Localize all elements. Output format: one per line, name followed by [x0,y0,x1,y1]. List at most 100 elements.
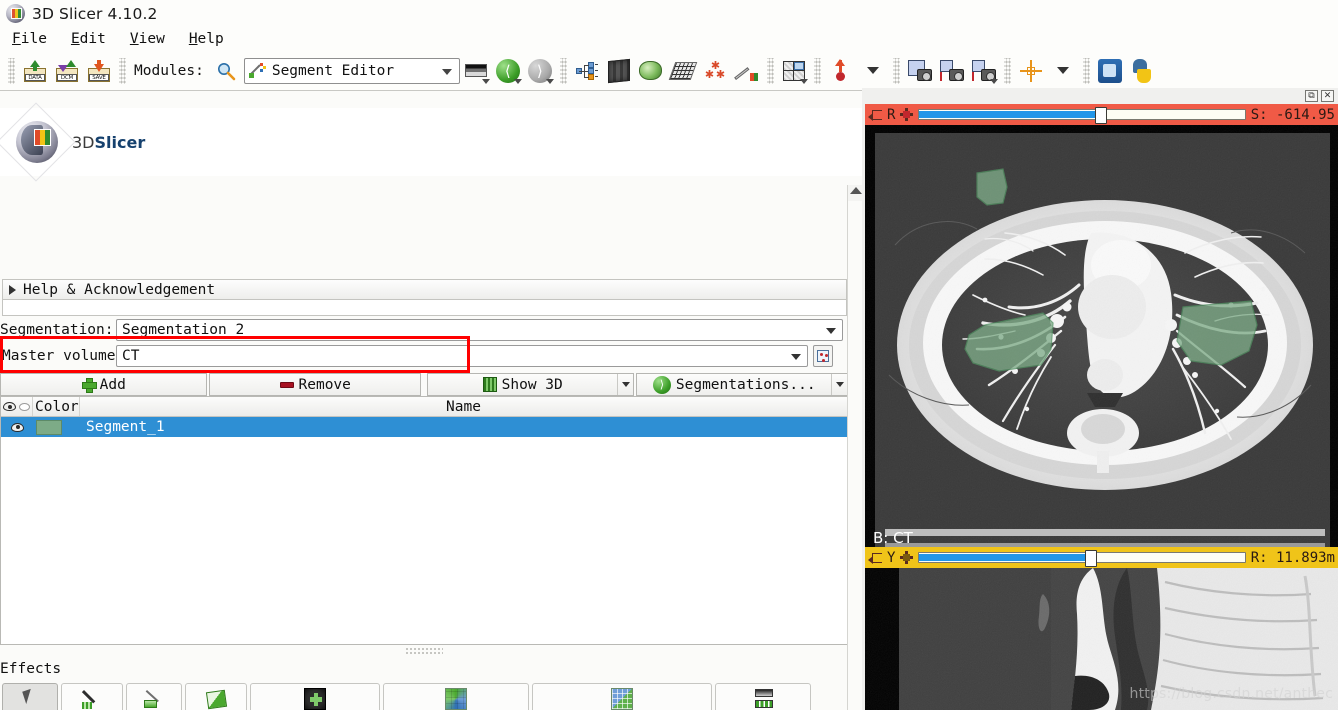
segment-visibility-toggle[interactable] [1,422,33,432]
segmentations-label: Segmentations... [675,376,816,393]
slider-handle[interactable] [1095,107,1108,124]
color-column-header[interactable]: Color [33,397,80,416]
show-3d-label: Show 3D [501,376,563,393]
colors-button[interactable] [732,56,762,86]
reset-fov-icon[interactable] [900,108,914,121]
save-data-button[interactable]: SAVE [84,56,114,86]
segmentations-dropdown[interactable] [831,374,847,395]
next-module-button[interactable]: ⟩ [525,56,555,86]
toolbar-grip-8[interactable] [1082,57,1090,84]
reset-fov-icon[interactable] [900,551,914,564]
effect-threshold-button[interactable]: Threshold [715,683,812,710]
menu-edit[interactable]: Edit [69,30,108,48]
effect-grow-from-seeds-button[interactable]: Grow from seeds [382,683,530,710]
effect-paint-button[interactable]: Paint [61,683,124,710]
specify-geometry-button[interactable] [813,345,833,367]
slider-handle[interactable] [1085,550,1098,567]
scene-views-button[interactable] [969,56,999,86]
toolbar-grip-5[interactable] [813,57,821,84]
chevron-down-icon[interactable] [799,78,808,84]
window-title: 3D Slicer 4.10.2 [32,4,158,23]
remove-segment-button[interactable]: Remove [209,373,421,396]
viewer-popout-button[interactable]: ⧉ [1305,90,1318,102]
yellow-slice-view[interactable]: Y R: 11.893m https://blog.csdn.net/anthe… [865,547,1338,710]
load-dicom-button[interactable]: DCM [52,56,82,86]
yellow-slice-orientation-label: Y [887,549,896,566]
chevron-down-icon[interactable] [545,78,554,84]
window-level-button[interactable] [461,56,491,86]
module-panel-scrollbar[interactable] [847,185,862,710]
show-3d-button[interactable]: Show 3D [426,373,635,396]
master-volume-combobox[interactable]: CT [116,345,808,367]
eye-open-icon [3,402,16,411]
add-segment-button[interactable]: Add [0,373,208,396]
module-search-button[interactable] [211,56,241,86]
splitter-handle[interactable] [405,647,443,655]
segment-name-cell[interactable]: Segment_1 [80,419,847,435]
visibility-column-header[interactable] [1,397,33,416]
capture-screenshot-button[interactable] [905,56,935,86]
chevron-down-icon[interactable] [989,78,998,84]
slicer-logo-large-icon [0,102,76,182]
pin-icon[interactable] [868,552,882,564]
subject-hierarchy-button[interactable] [572,56,602,86]
segmentation-combobox[interactable]: Segmentation_2 [116,319,843,341]
master-volume-row: Master volume: CT [2,345,848,367]
effects-label: Effects [0,661,62,677]
eye-closed-icon [19,402,30,411]
red-slice-view[interactable]: B: CT R S: -614.95 [865,104,1338,563]
extension-manager-button[interactable] [1095,56,1125,86]
name-column-header[interactable]: Name [80,399,847,415]
markups-button[interactable]: ✱ ✱ ✱ [700,56,730,86]
load-data-icon: DATA [23,59,47,82]
viewer-close-button[interactable]: ✕ [1321,90,1334,102]
toolbar-grip[interactable] [8,57,15,84]
help-acknowledgement-header[interactable]: Help & Acknowledgement [2,279,847,300]
crosshair-button[interactable] [1016,56,1046,86]
popout-icon: ⧉ [1308,90,1315,101]
axial-ct-image[interactable] [865,125,1338,563]
toolbar-grip-4[interactable] [766,57,774,84]
effect-erase-button[interactable]: Erase [185,683,248,710]
crosshair-dropdown[interactable] [1048,56,1078,86]
volume-rendering-button[interactable] [604,56,634,86]
slider-fill [919,111,1099,118]
markup-fiducial-button[interactable] [826,56,856,86]
scrollbar-track[interactable] [848,201,862,710]
red-slice-offset-slider[interactable] [918,107,1246,124]
effect-none-button[interactable]: None [2,683,58,710]
menu-view[interactable]: View [128,30,167,48]
markup-fiducial-dropdown[interactable] [858,56,888,86]
python-console-button[interactable] [1127,56,1157,86]
pin-icon[interactable] [868,109,882,121]
scroll-up-icon[interactable] [850,187,862,194]
load-data-button[interactable]: DATA [20,56,50,86]
segment-color-cell[interactable] [33,419,80,435]
table-row[interactable]: Segment_1 [1,417,847,437]
toolbar-grip-6[interactable] [892,57,900,84]
modules-combobox[interactable]: Segment Editor [243,57,460,84]
layout-button[interactable] [779,56,809,86]
toolbar-grip-7[interactable] [1003,57,1011,84]
toolbar-grip-2[interactable] [119,57,126,84]
yellow-slice-offset-slider[interactable] [918,550,1246,567]
toolbar-grip-3[interactable] [559,57,567,84]
python-console-icon [1130,58,1154,83]
menu-help[interactable]: Help [187,30,226,48]
crosshair-icon [1019,59,1042,82]
watermark-text: https://blog.csdn.net/anthec [1129,686,1333,702]
effect-level-tracing-button[interactable]: Level tracing [250,683,380,710]
screen-capture-button[interactable] [937,56,967,86]
master-volume-label: Master volume: [2,348,125,364]
segmentations-button[interactable]: ⟩ Segmentations... [636,373,848,396]
menu-file[interactable]: File [10,30,49,48]
show-3d-dropdown[interactable] [617,374,633,395]
models-button[interactable] [636,56,666,86]
previous-module-button[interactable]: ⟨ [493,56,523,86]
effect-fill-between-slices-button[interactable]: Fill between slices [532,683,713,710]
chevron-down-icon[interactable] [481,78,490,84]
chevron-down-icon[interactable] [513,78,522,84]
banner-suffix: Slicer [94,132,146,152]
mesh-button[interactable] [668,56,698,86]
effect-draw-button[interactable]: Draw [126,683,183,710]
